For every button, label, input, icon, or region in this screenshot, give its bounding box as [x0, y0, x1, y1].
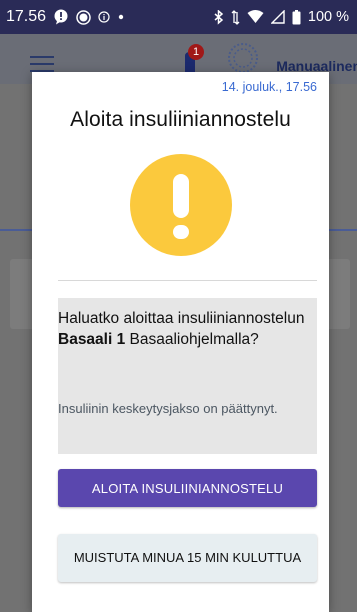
notification-badge[interactable]: 1	[188, 44, 204, 60]
battery-icon	[292, 9, 301, 25]
dialog-divider	[58, 280, 317, 281]
message-prefix: Haluatko aloittaa insuliiniannostelun	[58, 310, 305, 327]
message-program: Basaali 1	[58, 331, 126, 348]
remind-later-button[interactable]: MUISTUTA MINUA 15 MIN KULUTTUA	[58, 534, 317, 582]
start-insulin-button[interactable]: ALOITA INSULIINIANNOSTELU	[58, 469, 317, 507]
info-circle-icon	[98, 11, 110, 23]
warning-icon	[130, 154, 232, 256]
bluetooth-icon	[214, 9, 224, 25]
dot-icon	[117, 13, 125, 21]
dialog-message: Haluatko aloittaa insuliiniannostelun Ba…	[58, 308, 308, 350]
message-box: Haluatko aloittaa insuliiniannostelun Ba…	[58, 298, 317, 454]
status-time: 17.56	[6, 8, 47, 25]
battery-level: 100 %	[307, 9, 349, 25]
dialog-timestamp: 14. jouluk., 17.56	[221, 80, 317, 94]
record-icon	[76, 9, 91, 25]
wifi-icon	[247, 10, 264, 24]
message-suffix: Basaaliohjelmalla?	[125, 331, 259, 348]
data-arrows-icon	[231, 9, 240, 25]
signal-icon	[270, 10, 285, 24]
start-insulin-dialog: 14. jouluk., 17.56 Aloita insuliiniannos…	[32, 72, 329, 612]
dialog-title: Aloita insuliiniannostelu	[70, 108, 291, 131]
alert-bubble-icon	[53, 9, 69, 25]
status-bar: 17.56 100 %	[0, 0, 357, 34]
dialog-sub-message: Insuliinin keskeytysjakso on päättynyt.	[58, 401, 278, 416]
